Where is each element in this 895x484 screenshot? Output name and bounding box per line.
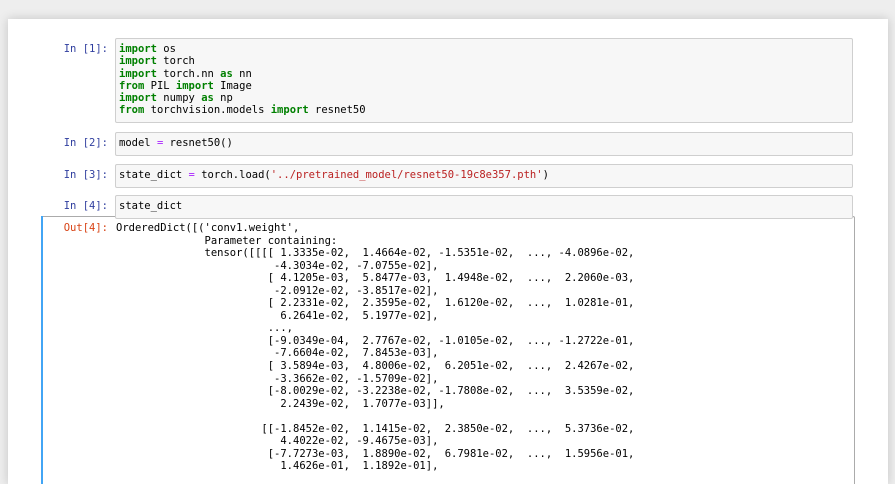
keyword-token: import [175,79,214,92]
code-token: torch.load( [194,169,271,181]
keyword-token: import [119,55,157,68]
output-line: -2.0912e-02, -3.8517e-02], [116,284,439,297]
cell-2-prompt: In [2]: [63,137,108,149]
code-token: state_dict [119,200,183,212]
code-token: torch.nn [156,67,221,80]
code-line: model = resnet50() [119,137,852,149]
code-line: import torch.nn as nn [119,68,852,80]
keyword-token: import [119,67,157,80]
cell-1-code: import os import torch import torch.nn as … [119,43,852,117]
output-line: Parameter containing: [116,234,338,247]
output-line: [ 4.1205e-03, 5.8477e-03, 1.4948e-02, ..… [116,272,635,285]
code-token: nn [232,67,252,80]
keyword-token: as [201,92,214,105]
code-line: import torch [119,55,852,67]
cell-1-prompt: In [1]: [63,43,108,55]
output-line: [-8.0029e-02, -3.2238e-02, -1.7808e-02, … [116,385,635,398]
keyword-token: from [119,79,145,92]
output-line: [-7.7273e-03, 1.8890e-02, 6.7981e-02, ..… [116,447,635,460]
output-line: tensor([[[[ 1.3335e-02, 1.4664e-02, -1.5… [116,247,635,260]
cell-3-code: state_dict = torch.load('../pretrained_m… [119,169,852,181]
cell-4-code: state_dict [119,200,852,212]
output-line: 2.2439e-02, 1.7077e-03]], [116,397,445,410]
output-line: [ 2.2331e-02, 2.3595e-02, 1.6120e-02, ..… [116,297,635,310]
code-token: numpy [156,92,202,105]
code-line: from torchvision.models import resnet50 [119,104,852,116]
output-line: [-9.0349e-04, 2.7767e-02, -1.0105e-02, .… [116,334,635,347]
cell-2-code: model = resnet50() [119,137,852,149]
code-token: model [119,137,157,149]
cell-3-input[interactable]: state_dict = torch.load('../pretrained_m… [115,164,853,188]
cell-4-output[interactable]: OrderedDict([('conv1.weight', Parameter … [116,222,856,484]
code-line: from PIL import Image [119,80,852,92]
keyword-token: import [119,92,157,105]
output-line: -4.3034e-02, -7.0755e-02], [116,259,439,272]
code-line: import numpy as np [119,92,852,104]
output-line: 4.4022e-02, -9.4675e-03], [116,435,439,448]
code-line: state_dict = torch.load('../pretrained_m… [119,169,852,181]
keyword-token: import [119,43,157,55]
notebook-container: In [1]: import os import torch import torc… [8,19,888,484]
code-token: resnet50 [308,104,366,117]
output-line: OrderedDict([('conv1.weight', [116,222,300,234]
cell-4-output-prompt: Out[4]: [63,222,108,234]
keyword-token: as [220,67,233,80]
output-line: ..., [116,322,294,335]
keyword-token: import [270,104,309,117]
output-line: -7.6604e-02, 7.8453e-03], [116,347,439,360]
code-token: Image [213,79,252,92]
output-line: 1.4626e-01, 1.1892e-01], [116,460,439,473]
output-line: [ 3.5894e-03, 4.8006e-02, 6.2051e-02, ..… [116,360,635,373]
output-line: -3.3662e-02, -1.5709e-02], [116,372,439,385]
cell-4-prompt: In [4]: [63,200,108,212]
code-line: state_dict [119,200,852,212]
string-token: '../pretrained_model/resnet50-19c8e357.p… [270,169,543,181]
selected-cell-indicator [41,216,43,484]
code-line: import os [119,43,852,55]
code-token: np [213,92,233,105]
code-token: torch [156,55,195,68]
output-line: [[-1.8452e-02, 1.1415e-02, 2.3850e-02, .… [116,422,635,435]
code-token: state_dict [119,169,189,181]
code-token: resnet50() [163,137,233,149]
cell-1-input[interactable]: import os import torch import torch.nn as … [115,38,853,123]
code-token: ) [542,169,549,181]
output-line: 6.2641e-02, 5.1977e-02], [116,309,439,322]
code-token: torchvision.models [144,104,271,117]
code-token: os [156,43,176,55]
cell-2-input[interactable]: model = resnet50() [115,132,853,156]
cell-4-input[interactable]: state_dict [115,195,853,219]
code-token: PIL [144,79,176,92]
keyword-token: from [119,104,145,117]
cell-3-prompt: In [3]: [63,169,108,181]
